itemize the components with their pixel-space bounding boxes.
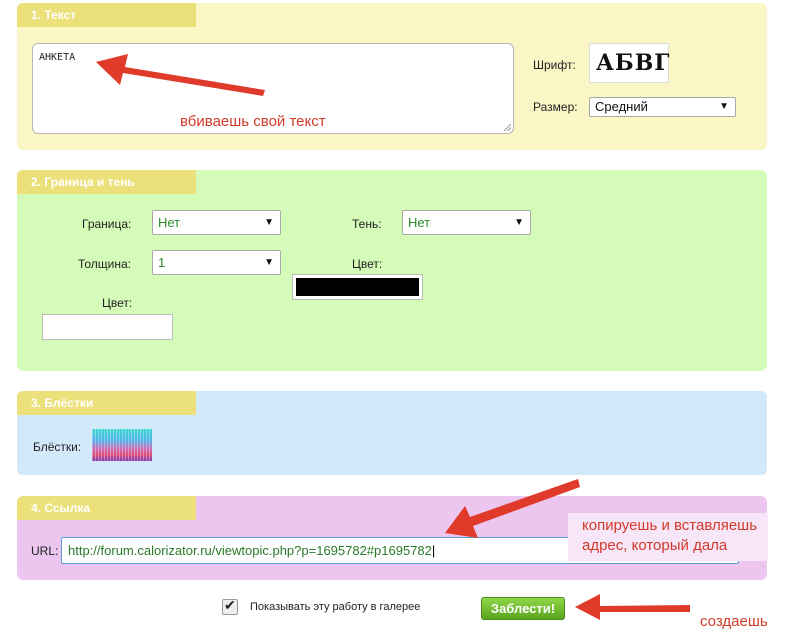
arrow-to-text-icon — [96, 54, 265, 96]
arrow-to-url-icon — [445, 479, 580, 538]
annotation-arrows — [96, 54, 690, 620]
arrow-to-submit-icon — [575, 594, 690, 620]
